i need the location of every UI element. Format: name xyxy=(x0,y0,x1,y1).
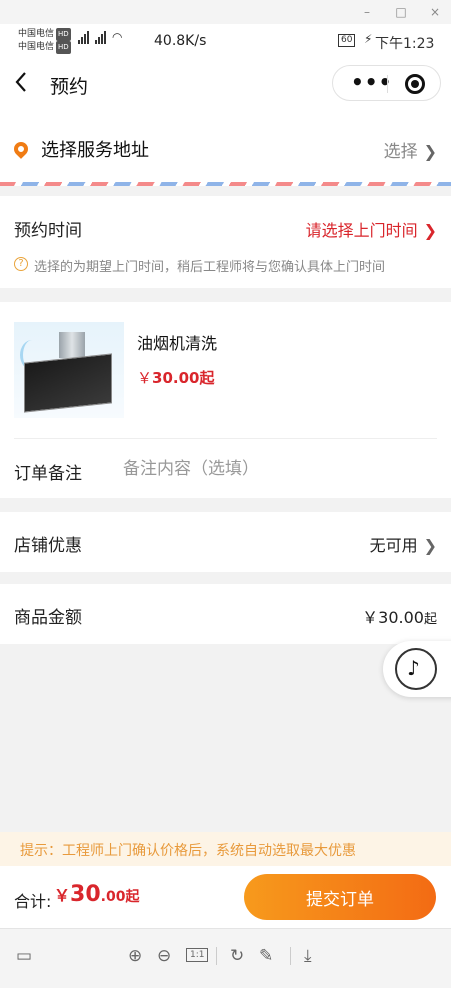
carrier-1: 中国电信 xyxy=(18,29,55,39)
rotate-icon[interactable]: ↻ xyxy=(230,946,244,966)
appointment-time-select[interactable]: 请选择上门时间 ❯ xyxy=(306,217,437,241)
amount-number: 30.00 xyxy=(378,608,424,627)
total-price: ￥30.00起 xyxy=(54,882,139,907)
chevron-right-icon: ❯ xyxy=(423,142,437,161)
total-dec: .00 xyxy=(100,889,126,905)
product-image xyxy=(14,322,124,418)
question-icon: ? xyxy=(14,257,28,271)
range-hood-panel xyxy=(24,353,112,413)
zoom-in-icon[interactable]: ⊕ xyxy=(128,946,142,966)
page-title: 预约 xyxy=(50,76,89,98)
chevron-right-icon: ❯ xyxy=(423,221,437,240)
product-name: 油烟机清洗 xyxy=(137,334,218,353)
appointment-time-label: 预约时间 xyxy=(14,221,82,241)
floating-shop-logo[interactable]: ♪ xyxy=(383,641,451,697)
minimize-button[interactable]: – xyxy=(359,5,375,19)
product-price: ￥30.00起 xyxy=(137,367,214,388)
product-card: 油烟机清洗 ￥30.00起 订单备注 xyxy=(0,302,451,498)
airmail-stripe xyxy=(0,182,451,186)
service-address-row[interactable]: 选择服务地址 选择 ❯ xyxy=(0,110,451,182)
amount-label: 商品金额 xyxy=(14,608,82,628)
address-label: 选择服务地址 xyxy=(41,140,149,161)
maximize-button[interactable]: □ xyxy=(393,5,409,19)
remark-input[interactable] xyxy=(123,454,423,484)
close-miniapp-icon[interactable] xyxy=(405,74,425,94)
amount-suffix: 起 xyxy=(423,612,437,627)
divider xyxy=(14,438,437,439)
carrier-info: 中国电信 HD 中国电信 HD xyxy=(18,28,71,54)
coupon-value: 无可用 ❯ xyxy=(370,532,437,556)
sidebar-toggle-icon[interactable]: ▭ xyxy=(16,946,32,966)
amount-currency: ￥ xyxy=(362,608,379,627)
total-suffix: 起 xyxy=(125,889,140,905)
hd-badge: HD xyxy=(56,41,71,54)
back-icon[interactable] xyxy=(14,70,28,100)
amount-value: ￥30.00起 xyxy=(362,604,437,628)
total-currency: ￥ xyxy=(54,886,71,905)
price-suffix: 起 xyxy=(199,369,215,387)
signal-icon: ◠ xyxy=(78,30,122,44)
location-pin-icon xyxy=(11,139,31,159)
total-label: 合计: xyxy=(14,892,52,911)
network-speed: 40.8K/s xyxy=(154,33,207,49)
status-bar: 中国电信 HD 中国电信 HD ◠ 40.8K/s 60 ⚡ 下午1:23 xyxy=(0,24,451,58)
coupon-value-text: 无可用 xyxy=(369,536,418,555)
carrier-2: 中国电信 xyxy=(18,42,55,52)
checkout-footer: 合计: ￥30.00起 提交订单 xyxy=(0,866,451,928)
capsule-divider xyxy=(387,75,388,93)
address-select-text: 选择 xyxy=(383,142,418,162)
submit-order-button[interactable]: 提交订单 xyxy=(244,874,436,920)
range-hood-chimney xyxy=(59,332,85,358)
coupon-label: 店铺优惠 xyxy=(14,536,82,556)
wifi-icon: ◠ xyxy=(112,30,123,44)
appointment-time-hint: 选择的为期望上门时间，稍后工程师将与您确认具体上门时间 xyxy=(34,260,386,275)
toolbar-divider xyxy=(216,947,217,965)
toolbar-divider xyxy=(290,947,291,965)
hd-badge: HD xyxy=(56,28,71,41)
music-note-icon: ♪ xyxy=(407,656,420,680)
close-button[interactable]: × xyxy=(427,5,443,19)
clock: 下午1:23 xyxy=(375,36,435,52)
remark-label: 订单备注 xyxy=(14,464,82,484)
price-currency: ￥ xyxy=(137,369,153,387)
store-coupon-row[interactable]: 店铺优惠 无可用 ❯ xyxy=(0,512,451,572)
zoom-out-icon[interactable]: ⊖ xyxy=(157,946,171,966)
appointment-time-select-text: 请选择上门时间 xyxy=(305,221,418,240)
shop-logo-icon: ♪ xyxy=(395,648,437,690)
chevron-right-icon: ❯ xyxy=(423,536,437,555)
battery-icon: 60 xyxy=(338,34,356,47)
price-value: 30.00 xyxy=(152,369,200,387)
viewer-toolbar: ▭ ⊕ ⊖ 1:1 ↻ ✎ ⤓ xyxy=(0,928,451,988)
actual-size-button[interactable]: 1:1 xyxy=(186,948,209,962)
appointment-time-card: 预约时间 请选择上门时间 ❯ ? 选择的为期望上门时间，稍后工程师将与您确认具体上… xyxy=(0,196,451,288)
window-title-bar: – □ × xyxy=(0,0,451,24)
navigation-bar: 预约 ••• xyxy=(0,58,451,110)
goods-amount-row: 商品金额 ￥30.00起 xyxy=(0,584,451,644)
address-select-link[interactable]: 选择 ❯ xyxy=(384,137,437,162)
miniapp-capsule: ••• xyxy=(332,65,441,101)
download-icon[interactable]: ⤓ xyxy=(304,946,312,966)
total-int: 30 xyxy=(70,882,101,907)
edit-pen-icon[interactable]: ✎ xyxy=(259,946,273,966)
charging-icon: ⚡ xyxy=(364,32,373,46)
discount-tip-bar: 提示：工程师上门确认价格后，系统自动选取最大优惠 xyxy=(0,832,451,866)
